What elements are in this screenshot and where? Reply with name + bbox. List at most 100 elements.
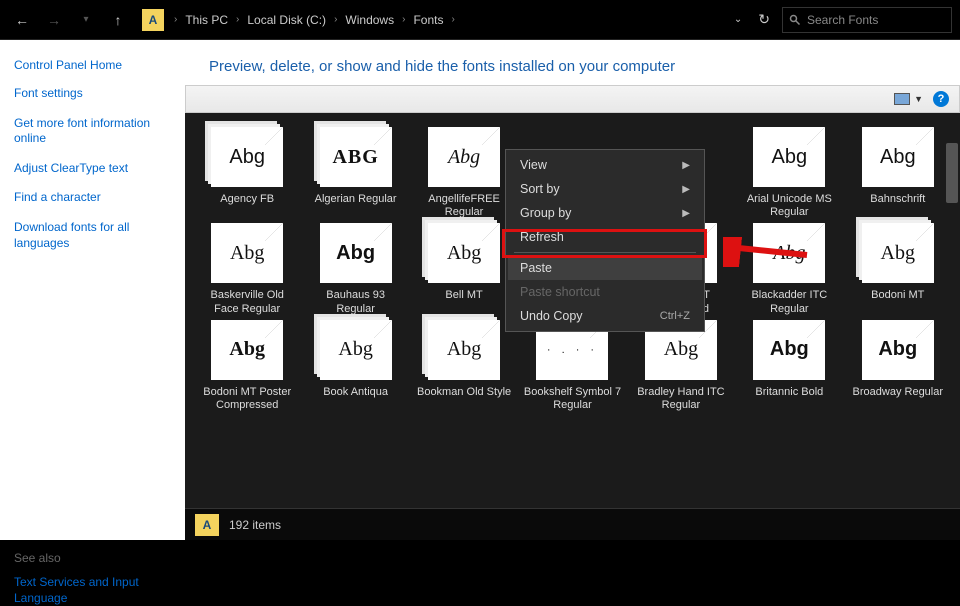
search-icon bbox=[789, 14, 801, 26]
sidebar-link[interactable]: Download fonts for all languages bbox=[14, 220, 171, 251]
recent-dropdown[interactable]: ▾ bbox=[72, 6, 100, 34]
font-sample: Abg bbox=[229, 338, 265, 361]
sidebar-link[interactable]: Find a character bbox=[14, 190, 171, 206]
font-item[interactable]: Abg Britannic Bold bbox=[735, 320, 843, 412]
chevron-right-icon: ▶ bbox=[682, 208, 690, 219]
item-count: 192 items bbox=[229, 518, 281, 532]
font-thumbnail: Abg bbox=[862, 320, 934, 380]
breadcrumb-item[interactable]: Windows bbox=[339, 9, 400, 31]
chevron-right-icon: ▶ bbox=[682, 160, 690, 171]
font-label: Bodoni MT bbox=[871, 289, 924, 315]
view-icon bbox=[894, 93, 910, 105]
font-thumbnail: Abg bbox=[428, 223, 500, 283]
help-icon[interactable]: ? bbox=[933, 91, 949, 107]
font-sample: Abg bbox=[773, 242, 805, 265]
font-sample: Abg bbox=[881, 242, 915, 265]
breadcrumb[interactable]: › This PC› Local Disk (C:)› Windows› Fon… bbox=[174, 9, 726, 31]
font-item[interactable]: AbgBookman Old Style bbox=[410, 320, 518, 412]
context-paste-shortcut: Paste shortcut bbox=[508, 280, 702, 304]
font-sample: Abg bbox=[880, 146, 916, 169]
font-sample: Abg bbox=[338, 338, 372, 361]
font-item[interactable]: AbgAgency FB bbox=[193, 127, 301, 219]
font-item[interactable]: Abg Book Antiqua bbox=[301, 320, 409, 412]
font-thumbnail: Abg bbox=[753, 223, 825, 283]
font-thumbnail: Abg bbox=[320, 223, 392, 283]
context-sort[interactable]: Sort by▶ bbox=[508, 177, 702, 201]
context-group[interactable]: Group by▶ bbox=[508, 201, 702, 225]
font-item[interactable]: Abg Bauhaus 93 Regular bbox=[301, 223, 409, 315]
breadcrumb-item[interactable]: Fonts bbox=[407, 9, 449, 31]
page-title: Preview, delete, or show and hide the fo… bbox=[185, 40, 960, 85]
font-sample: Abg bbox=[229, 146, 265, 169]
font-thumbnail: ABG bbox=[320, 127, 392, 187]
navigation-bar: ← → ▾ ↑ A › This PC› Local Disk (C:)› Wi… bbox=[0, 0, 960, 40]
font-label: Blackadder ITC Regular bbox=[739, 289, 839, 315]
fonts-folder-icon: A bbox=[195, 514, 219, 536]
font-label: Book Antiqua bbox=[323, 386, 388, 412]
main-area: Control Panel Home Font settings Get mor… bbox=[0, 40, 960, 540]
context-paste[interactable]: Paste bbox=[508, 256, 702, 280]
font-label: Bookshelf Symbol 7 Regular bbox=[522, 386, 622, 412]
forward-button[interactable]: → bbox=[40, 6, 68, 34]
sidebar-link[interactable]: Text Services and Input Language bbox=[14, 575, 171, 606]
font-item[interactable]: Abg Bodoni MT bbox=[844, 223, 952, 315]
font-thumbnail: Abg bbox=[428, 320, 500, 380]
up-button[interactable]: ↑ bbox=[104, 6, 132, 34]
font-item[interactable]: Abg Bell MT bbox=[410, 223, 518, 315]
font-item[interactable]: AbgBradley Hand ITC Regular bbox=[627, 320, 735, 412]
font-item[interactable]: Abg Arial Unicode MS Regular bbox=[735, 127, 843, 219]
fonts-folder-icon: A bbox=[142, 9, 164, 31]
status-bar: A 192 items bbox=[185, 508, 960, 540]
font-thumbnail: Abg bbox=[753, 127, 825, 187]
font-sample: · . · · bbox=[547, 344, 598, 356]
font-item[interactable]: Abg Bodoni MT Poster Compressed bbox=[193, 320, 301, 412]
font-label: Arial Unicode MS Regular bbox=[739, 193, 839, 219]
font-sample: Abg bbox=[447, 242, 481, 265]
breadcrumb-item[interactable]: This PC bbox=[179, 9, 234, 31]
font-sample: Abg bbox=[770, 338, 809, 361]
refresh-icon[interactable]: ↻ bbox=[754, 7, 774, 32]
fonts-grid-container: AbgAgency FBABGAlgerian RegularAbgAngell… bbox=[185, 113, 960, 540]
font-item[interactable]: · . · · Bookshelf Symbol 7 Regular bbox=[518, 320, 626, 412]
breadcrumb-item[interactable]: Local Disk (C:) bbox=[241, 9, 332, 31]
font-label: Bradley Hand ITC Regular bbox=[631, 386, 731, 412]
font-sample: Abg bbox=[336, 242, 375, 265]
font-item[interactable]: Abg Bahnschrift bbox=[844, 127, 952, 219]
font-sample: Abg bbox=[447, 338, 481, 361]
font-label: AngellifeFREE Regular bbox=[414, 193, 514, 219]
font-thumbnail: Abg bbox=[211, 223, 283, 283]
search-input[interactable]: Search Fonts bbox=[782, 7, 952, 33]
font-label: Britannic Bold bbox=[755, 386, 823, 412]
font-sample: Abg bbox=[878, 338, 917, 361]
font-thumbnail: Abg bbox=[211, 127, 283, 187]
font-label: Bell MT bbox=[445, 289, 482, 315]
font-item[interactable]: ABG Algerian Regular bbox=[301, 127, 409, 219]
font-label: Bauhaus 93 Regular bbox=[306, 289, 406, 315]
font-item[interactable]: AbgAngellifeFREE Regular bbox=[410, 127, 518, 219]
see-also-heading: See also bbox=[14, 551, 171, 565]
font-label: Bodoni MT Poster Compressed bbox=[197, 386, 297, 412]
font-label: Bahnschrift bbox=[870, 193, 925, 219]
font-thumbnail: Abg bbox=[753, 320, 825, 380]
font-label: Algerian Regular bbox=[315, 193, 397, 219]
sidebar-link[interactable]: Get more font information online bbox=[14, 116, 171, 147]
context-view[interactable]: View▶ bbox=[508, 153, 702, 177]
font-label: Baskerville Old Face Regular bbox=[197, 289, 297, 315]
sidebar-home-link[interactable]: Control Panel Home bbox=[14, 58, 171, 72]
address-dropdown-icon[interactable]: ⌄ bbox=[730, 10, 746, 29]
menu-separator bbox=[514, 252, 696, 253]
content-pane: Preview, delete, or show and hide the fo… bbox=[185, 40, 960, 540]
font-item[interactable]: AbgBroadway Regular bbox=[844, 320, 952, 412]
font-item[interactable]: Abg Blackadder ITC Regular bbox=[735, 223, 843, 315]
sidebar-link[interactable]: Adjust ClearType text bbox=[14, 161, 171, 177]
font-item[interactable]: Abg Baskerville Old Face Regular bbox=[193, 223, 301, 315]
context-undo[interactable]: Undo CopyCtrl+Z bbox=[508, 304, 702, 328]
sidebar-link[interactable]: Font settings bbox=[14, 86, 171, 102]
context-refresh[interactable]: Refresh bbox=[508, 225, 702, 249]
font-thumbnail: Abg bbox=[862, 127, 934, 187]
scrollbar-thumb[interactable] bbox=[946, 143, 958, 203]
view-options-button[interactable]: ▼ bbox=[894, 93, 923, 105]
context-menu: View▶ Sort by▶ Group by▶ Refresh Paste P… bbox=[505, 149, 705, 332]
back-button[interactable]: ← bbox=[8, 6, 36, 34]
font-sample: Abg bbox=[772, 146, 808, 169]
